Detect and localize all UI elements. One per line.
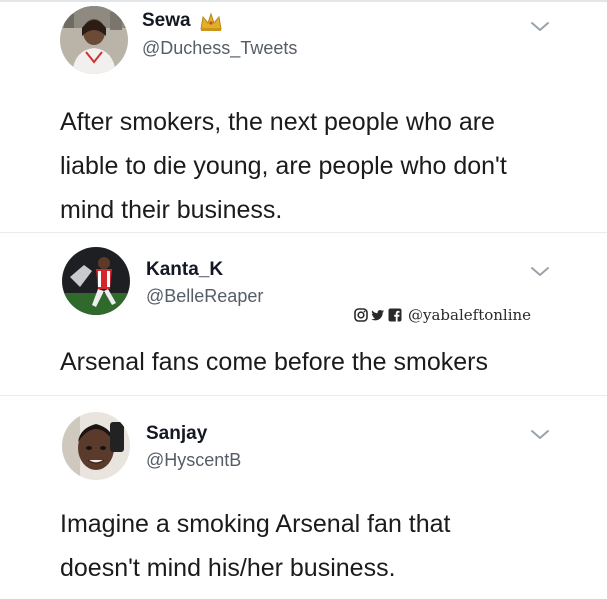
tweet-text: Imagine a smoking Arsenal fan that doesn… bbox=[60, 510, 451, 582]
facebook-icon bbox=[388, 308, 402, 322]
tweet-text: After smokers, the next people who are l… bbox=[60, 108, 507, 224]
avatar-photo bbox=[62, 412, 130, 480]
twitter-icon bbox=[371, 308, 385, 322]
instagram-icon bbox=[354, 308, 368, 322]
tweet-card-sanjay[interactable]: Sanjay @HyscentB Imagine a smoking Arsen… bbox=[0, 396, 607, 599]
avatar-photo bbox=[62, 247, 130, 315]
tweet-text: Arsenal fans come before the smokers bbox=[60, 348, 488, 376]
tweet-thread-screenshot: Sewa @Duchess_Tweets After smokers, the … bbox=[0, 0, 607, 599]
display-name[interactable]: Kanta_K bbox=[146, 259, 223, 281]
watermark-text: @yabaleftonline bbox=[408, 306, 532, 324]
watermark: @yabaleftonline bbox=[354, 306, 531, 324]
avatar[interactable] bbox=[62, 412, 130, 480]
chevron-down-icon[interactable] bbox=[529, 428, 551, 442]
tweet-card-kanta[interactable]: Kanta_K @BelleReaper @yabaleftonline Ars… bbox=[0, 233, 607, 395]
handle[interactable]: @HyscentB bbox=[146, 450, 241, 471]
avatar[interactable] bbox=[62, 247, 130, 315]
avatar-photo bbox=[60, 6, 128, 74]
chevron-down-icon[interactable] bbox=[529, 265, 551, 279]
display-name[interactable]: Sewa bbox=[142, 10, 191, 32]
tweet-card-sewa[interactable]: Sewa @Duchess_Tweets After smokers, the … bbox=[0, 0, 607, 232]
handle[interactable]: @Duchess_Tweets bbox=[142, 38, 297, 59]
avatar[interactable] bbox=[60, 6, 128, 74]
display-name[interactable]: Sanjay bbox=[146, 423, 207, 445]
chevron-down-icon[interactable] bbox=[529, 20, 551, 34]
crown-emoji-icon bbox=[200, 12, 222, 31]
handle[interactable]: @BelleReaper bbox=[146, 286, 263, 307]
